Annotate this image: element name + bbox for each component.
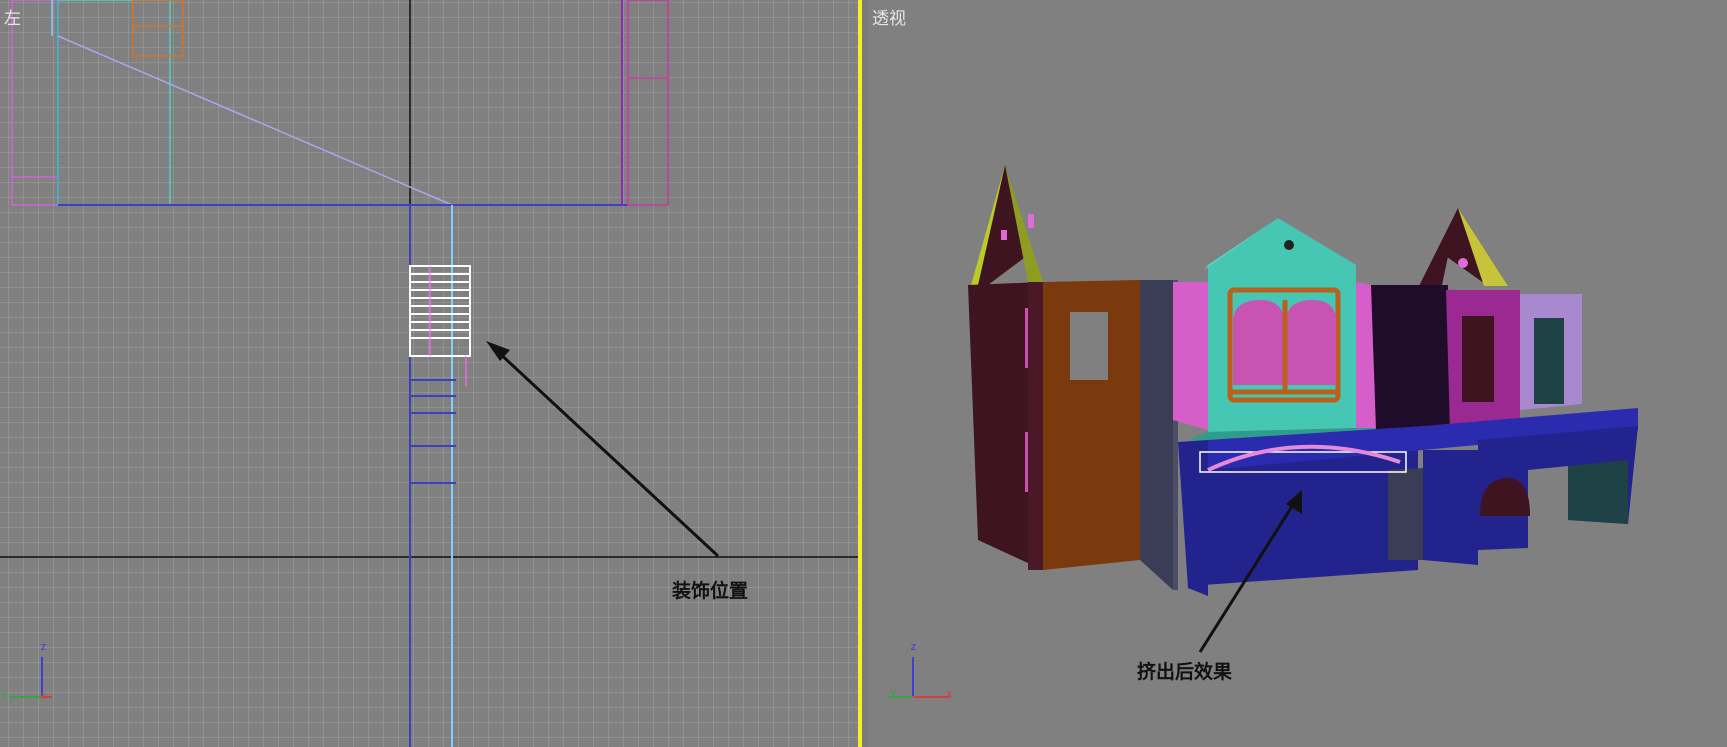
viewport-label-left[interactable]: 左 (4, 4, 21, 29)
axis-x-label: x (40, 689, 47, 702)
axis-x-label: x (946, 687, 953, 700)
annotation-decoration-position: 装饰位置 (671, 579, 748, 602)
axis-y-label: y (1, 687, 8, 700)
viewport-label-perspective[interactable]: 透视 (872, 4, 906, 29)
axis-tripod: z y x (888, 640, 953, 700)
grid (0, 0, 858, 747)
left-viewport-canvas[interactable]: 装饰位置 z y x (0, 0, 858, 747)
left-viewport[interactable]: 装饰位置 z y x 左 (0, 0, 858, 747)
perspective-viewport-canvas[interactable]: 挤出后效果 z y x (868, 0, 1727, 747)
perspective-viewport[interactable]: 挤出后效果 z y x 透视 (868, 0, 1727, 747)
house-model (968, 165, 1638, 596)
axis-y-label: y (890, 686, 897, 699)
axis-z-label: z (40, 640, 47, 653)
axis-z-label: z (910, 640, 917, 653)
annotation-extrude-effect: 挤出后效果 (1137, 660, 1232, 683)
active-viewport-border (858, 0, 862, 747)
